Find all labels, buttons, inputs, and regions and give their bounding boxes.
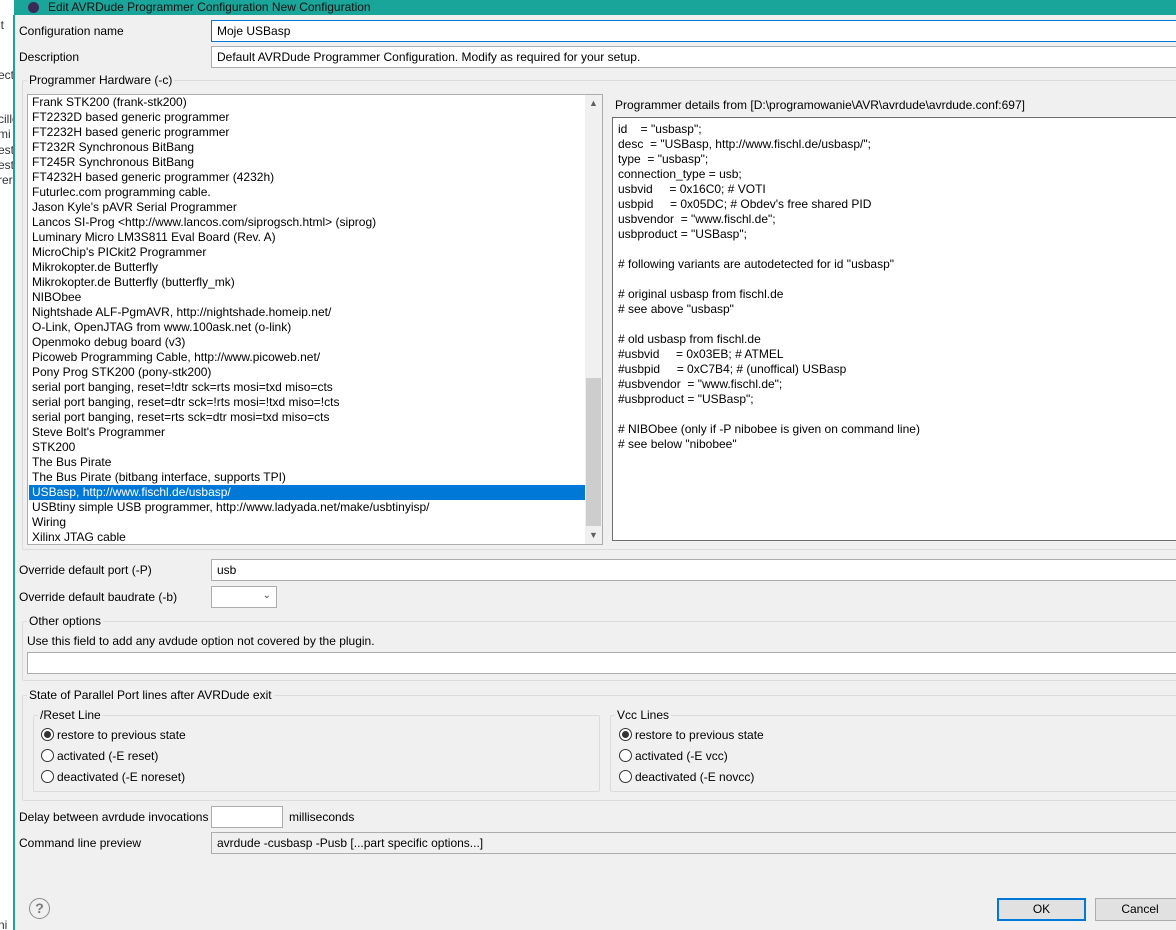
preview-label: Command line preview [19,836,142,850]
background-text: est [0,143,14,157]
programmer-list-item[interactable]: STK200 [29,440,586,455]
ok-button[interactable]: OK [997,898,1086,921]
background-text: it [0,18,4,32]
baudrate-label: Override default baudrate (-b) [19,590,178,604]
programmer-list-item[interactable]: Luminary Micro LM3S811 Eval Board (Rev. … [29,230,586,245]
group-label: Programmer Hardware (-c) [27,73,175,87]
command-preview: avrdude -cusbasp -Pusb [...part specific… [211,832,1176,854]
programmer-list-item[interactable]: USBtiny simple USB programmer, http://ww… [29,500,586,515]
programmer-list-item[interactable]: Openmoko debug board (v3) [29,335,586,350]
reset-radio-option[interactable]: restore to previous state [41,728,186,742]
reset-radio-option[interactable]: deactivated (-E noreset) [41,770,185,784]
vcc-radio-option[interactable]: deactivated (-E novcc) [619,770,754,784]
group-label: Vcc Lines [615,708,672,722]
programmer-list-item[interactable]: Steve Bolt's Programmer [29,425,586,440]
radio-icon [41,749,54,762]
port-input[interactable]: usb [211,559,1176,581]
programmer-list-item[interactable]: Frank STK200 (frank-stk200) [29,95,586,110]
chevron-down-icon: ⌄ [262,590,271,601]
programmer-list-item[interactable]: Nightshade ALF-PgmAVR, http://nightshade… [29,305,586,320]
scroll-down-icon[interactable]: ▼ [585,527,602,544]
programmer-list-item[interactable]: Wiring [29,515,586,530]
background-window: itectcillemiestestrerni [0,0,14,930]
programmer-list-item[interactable]: Mikrokopter.de Butterfly (butterfly_mk) [29,275,586,290]
radio-label: deactivated (-E novcc) [635,770,755,784]
background-text: rer [0,173,13,187]
radio-icon [41,728,54,741]
vcc-radio-option[interactable]: activated (-E vcc) [619,749,728,763]
reset-radio-option[interactable]: activated (-E reset) [41,749,158,763]
programmer-list-item[interactable]: MicroChip's PICkit2 Programmer [29,245,586,260]
title-bar: Edit AVRDude Programmer Configuration Ne… [14,0,1176,15]
background-text: est [0,158,14,172]
programmer-list-item[interactable]: NIBObee [29,290,586,305]
help-icon[interactable]: ? [29,898,50,919]
programmer-list-item[interactable]: FT2232D based generic programmer [29,110,586,125]
radio-icon [619,770,632,783]
background-text: ect [0,68,14,82]
programmer-list-item[interactable]: serial port banging, reset=dtr sck=!rts … [29,395,586,410]
programmer-list-item[interactable]: Pony Prog STK200 (pony-stk200) [29,365,586,380]
programmer-list-item[interactable]: FT245R Synchronous BitBang [29,155,586,170]
description-input[interactable]: Default AVRDude Programmer Configuration… [211,46,1176,68]
programmer-list-item[interactable]: FT2232H based generic programmer [29,125,586,140]
programmer-list-item[interactable]: The Bus Pirate (bitbang interface, suppo… [29,470,586,485]
programmer-list-item[interactable]: O-Link, OpenJTAG from www.100ask.net (o-… [29,320,586,335]
programmer-list-item[interactable]: serial port banging, reset=!dtr sck=rts … [29,380,586,395]
background-text: ni [0,918,8,930]
programmer-list-item[interactable]: Jason Kyle's pAVR Serial Programmer [29,200,586,215]
programmer-list-item[interactable]: serial port banging, reset=rts sck=dtr m… [29,410,586,425]
scroll-up-icon[interactable]: ▲ [585,95,602,112]
details-label: Programmer details from [D:\programowani… [615,98,1025,112]
app-icon [28,2,39,13]
programmer-list[interactable]: Xilinx JTAG cable Wiring USBtiny simple US… [27,94,603,545]
window-title: Edit AVRDude Programmer Configuration Ne… [48,0,371,14]
group-label: State of Parallel Port lines after AVRDu… [27,688,274,702]
group-label: Other options [27,614,104,628]
vcc-radio-option[interactable]: restore to previous state [619,728,764,742]
delay-label: Delay between avrdude invocations [19,810,209,824]
description-label: Description [19,50,80,64]
radio-icon [619,728,632,741]
config-name-label: Configuration name [19,24,124,38]
programmer-list-item[interactable]: Mikrokopter.de Butterfly [29,260,586,275]
baudrate-combo[interactable]: ⌄ [211,586,277,608]
background-text: mi [0,127,11,141]
config-name-input[interactable]: Moje USBasp [211,20,1176,42]
background-text: cille [0,112,14,126]
programmer-list-item[interactable]: The Bus Pirate [29,455,586,470]
other-options-input[interactable] [27,652,1176,674]
programmer-list-item[interactable]: Xilinx JTAG cable [29,530,586,544]
radio-label: deactivated (-E noreset) [57,770,186,784]
programmer-list-item[interactable]: FT4232H based generic programmer (4232h) [29,170,586,185]
programmer-list-item[interactable]: Futurlec.com programming cable. [29,185,586,200]
delay-unit: milliseconds [289,810,355,824]
programmer-list-item[interactable]: USBasp, http://www.fischl.de/usbasp/ [29,485,586,500]
group-label: /Reset Line [38,708,103,722]
programmer-list-item[interactable]: Picoweb Programming Cable, http://www.pi… [29,350,586,365]
programmer-list-item[interactable]: FT232R Synchronous BitBang [29,140,586,155]
programmer-details: id = "usbasp"; desc = "USBasp, http://ww… [612,117,1176,541]
programmer-list-item[interactable]: Lancos SI-Prog <http://www.lancos.com/si… [29,215,586,230]
list-scrollbar[interactable]: ▲ ▼ [585,95,602,544]
port-label: Override default port (-P) [19,563,152,577]
delay-input[interactable] [211,806,283,828]
radio-label: restore to previous state [57,728,186,742]
scrollbar-thumb[interactable] [586,378,601,526]
cancel-button[interactable]: Cancel [1095,898,1176,921]
radio-label: activated (-E vcc) [635,749,728,763]
radio-label: restore to previous state [635,728,764,742]
radio-icon [41,770,54,783]
radio-icon [619,749,632,762]
radio-label: activated (-E reset) [57,749,159,763]
other-options-hint: Use this field to add any avdude option … [27,634,375,648]
